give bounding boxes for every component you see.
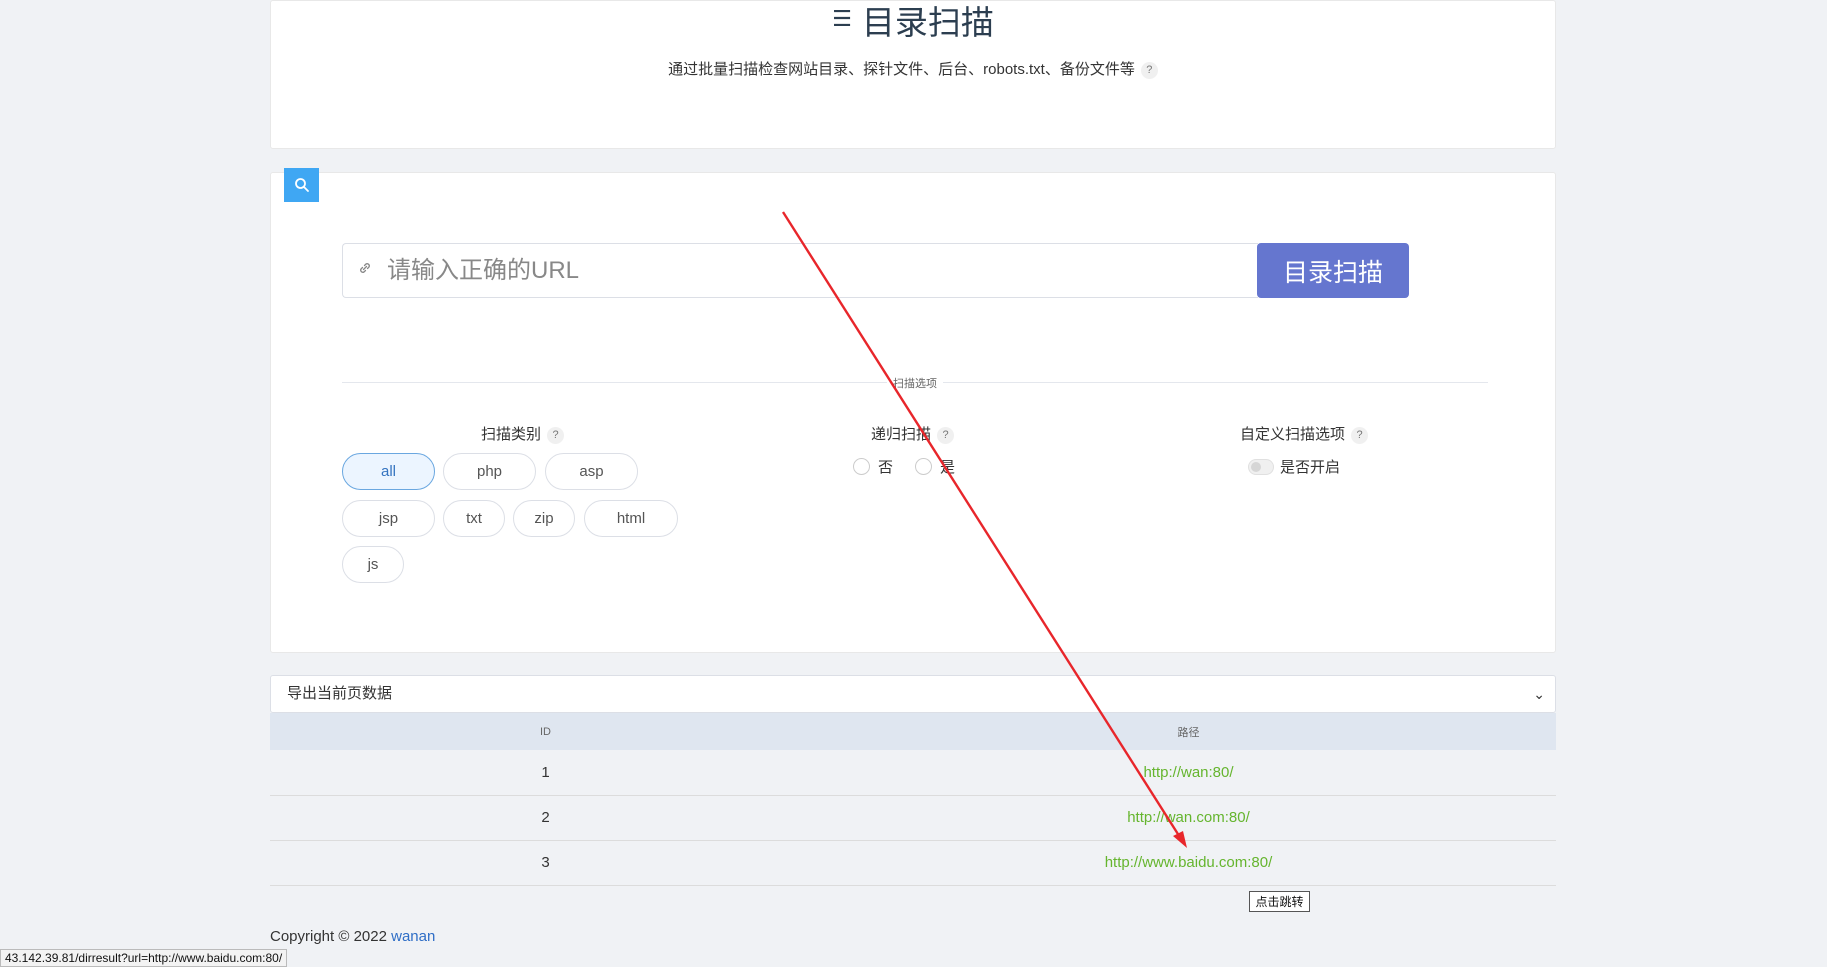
footer-copyright: Copyright © 2022	[270, 928, 387, 945]
footer-author-link[interactable]: wanan	[391, 928, 435, 945]
type-pill-html[interactable]: html	[584, 500, 678, 537]
result-table: ID 路径 1 http://wan:80/ 2 http://wan.com:…	[270, 713, 1556, 886]
type-pill-jsp[interactable]: jsp	[342, 500, 435, 537]
url-input[interactable]	[387, 256, 1258, 285]
chevron-down-icon: ⌄	[1533, 686, 1545, 702]
recursive-label: 递归扫描?	[871, 423, 955, 444]
switch-label: 是否开启	[1280, 459, 1341, 476]
menu-icon: ☰	[832, 6, 852, 31]
page-subtitle: 通过批量扫描检查网站目录、探针文件、后台、robots.txt、备份文件等?	[271, 58, 1555, 79]
row-id: 3	[270, 840, 821, 886]
export-select[interactable]: 导出当前页数据 ⌄	[270, 675, 1556, 713]
jump-button[interactable]: 点击跳转	[1249, 891, 1310, 912]
type-pill-zip[interactable]: zip	[513, 500, 575, 537]
help-icon[interactable]: ?	[1140, 62, 1158, 79]
search-icon	[284, 168, 319, 202]
help-icon[interactable]: ?	[937, 427, 955, 444]
radio-no-label: 否	[878, 459, 894, 476]
path-link[interactable]: http://www.baidu.com:80/	[1105, 854, 1273, 871]
table-row: 1 http://wan:80/	[270, 750, 1556, 796]
switch-track[interactable]	[1248, 458, 1274, 475]
row-id: 2	[270, 795, 821, 841]
switch-knob	[1251, 461, 1261, 472]
path-link[interactable]: http://wan.com:80/	[1127, 809, 1250, 826]
recursive-label-text: 递归扫描	[871, 426, 932, 443]
column-header-path: 路径	[821, 713, 1556, 750]
type-pill-asp[interactable]: asp	[545, 453, 638, 490]
custom-options-label-text: 自定义扫描选项	[1240, 426, 1346, 443]
path-link[interactable]: http://wan:80/	[1143, 764, 1233, 781]
table-row: 3 http://www.baidu.com:80/	[270, 840, 1556, 886]
scan-button[interactable]: 目录扫描	[1257, 243, 1409, 298]
scan-card: 目录扫描 扫描选项 扫描类别? all php asp jsp txt zip …	[270, 172, 1556, 653]
subtitle-text: 通过批量扫描检查网站目录、探针文件、后台、robots.txt、备份文件等	[668, 61, 1135, 78]
link-icon	[343, 260, 387, 281]
options-divider: 扫描选项	[342, 375, 1488, 391]
url-input-group	[342, 243, 1258, 298]
page-title-text: 目录扫描	[861, 4, 994, 41]
radio-yes-circle[interactable]	[915, 458, 932, 475]
radio-yes-label: 是	[940, 459, 956, 476]
row-path: http://wan:80/	[821, 750, 1556, 796]
type-pill-all[interactable]: all	[342, 453, 435, 490]
header-card: ☰ 目录扫描 通过批量扫描检查网站目录、探针文件、后台、robots.txt、备份…	[270, 0, 1556, 149]
radio-yes[interactable]: 是	[915, 456, 955, 477]
custom-options-switch[interactable]: 是否开启	[1248, 456, 1340, 477]
table-header-row: ID 路径	[270, 713, 1556, 750]
page-title: ☰ 目录扫描	[271, 1, 1555, 41]
row-path: http://www.baidu.com:80/	[821, 840, 1556, 886]
column-header-id: ID	[270, 713, 821, 750]
type-pill-js[interactable]: js	[342, 546, 404, 583]
options-divider-label: 扫描选项	[887, 375, 943, 391]
row-id: 1	[270, 750, 821, 796]
radio-no[interactable]: 否	[853, 456, 893, 477]
custom-options-label: 自定义扫描选项?	[1240, 423, 1369, 444]
help-icon[interactable]: ?	[547, 427, 565, 444]
status-bar-url: 43.142.39.81/dirresult?url=http://www.ba…	[0, 949, 288, 967]
scan-type-label: 扫描类别?	[481, 423, 565, 444]
type-pill-txt[interactable]: txt	[443, 500, 505, 537]
radio-no-circle[interactable]	[853, 458, 870, 475]
row-path: http://wan.com:80/	[821, 795, 1556, 841]
help-icon[interactable]: ?	[1351, 427, 1369, 444]
scan-type-label-text: 扫描类别	[481, 426, 542, 443]
export-select-label: 导出当前页数据	[287, 685, 393, 702]
footer: Copyright © 2022 wanan	[270, 928, 435, 945]
type-pill-php[interactable]: php	[443, 453, 536, 490]
table-row: 2 http://wan.com:80/	[270, 795, 1556, 841]
